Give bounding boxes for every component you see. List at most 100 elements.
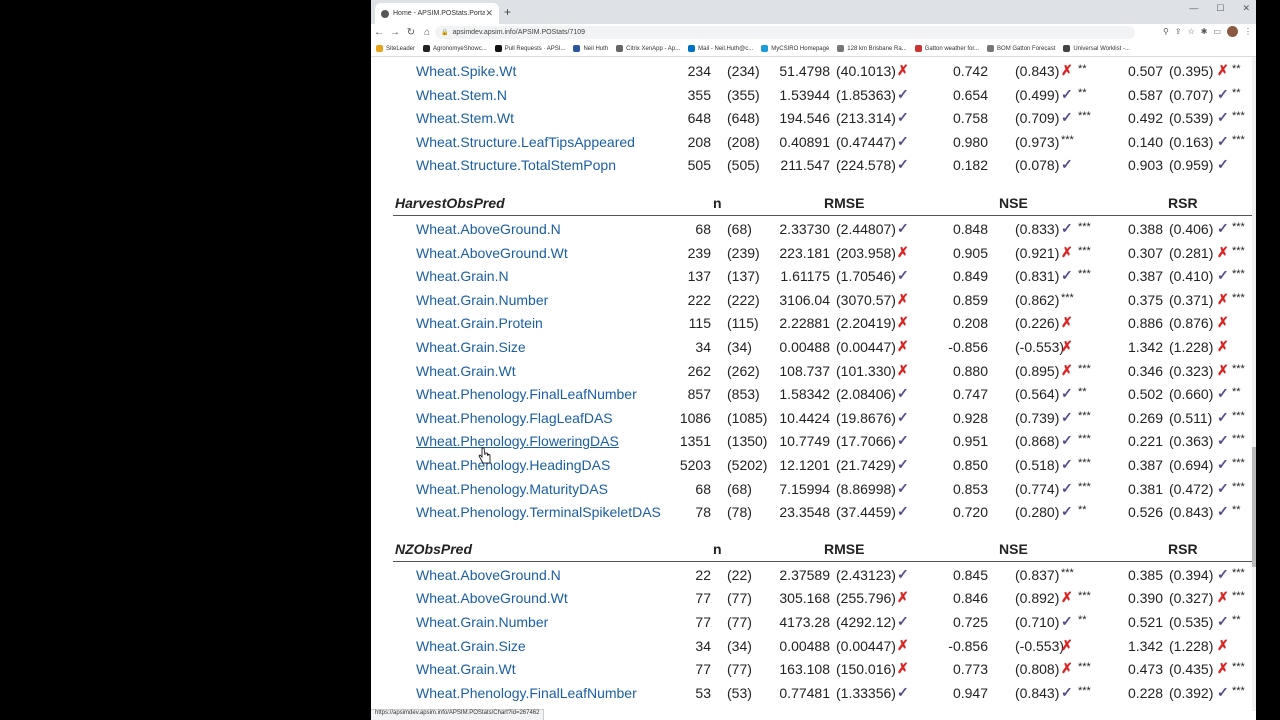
navigation-bar: ← → ↻ ⌂ 🔒 apsimdev.apsim.info/APSIM.POSt… (371, 24, 1256, 41)
variable-link[interactable]: Wheat.Grain.Wt (416, 363, 516, 379)
rsr-value: 0.385 (1127, 566, 1163, 583)
new-tab-button[interactable]: + (504, 5, 511, 19)
nse-value: 0.725 (952, 614, 988, 630)
rsr-value: 0.221 (1127, 433, 1163, 450)
variable-link[interactable]: Wheat.Grain.Size (416, 638, 526, 654)
bookmark-item[interactable]: Universal Worklist -... (1063, 45, 1130, 52)
extensions-icon[interactable]: ✱ (1201, 27, 1208, 36)
nse-value: 0.947 (952, 684, 988, 701)
bookmark-item[interactable]: Mail - Neil.Huth@c... (688, 45, 753, 52)
bookmark-item[interactable]: Neil Huth (573, 45, 608, 52)
bookmark-icon (376, 45, 383, 52)
rmse-status-icon: ✗ (897, 660, 909, 677)
rmse-status-icon: ✓ (897, 132, 909, 149)
variable-link[interactable]: Wheat.Grain.Size (416, 339, 526, 355)
bookmark-item[interactable]: SiteLeader (376, 45, 415, 52)
nse-status-icon: ✓ (1061, 220, 1073, 236)
bookmark-item[interactable]: Pull Requests · APSI... (494, 45, 565, 52)
variable-link[interactable]: Wheat.Stem.N (416, 87, 507, 103)
nse-significance: *** (1078, 480, 1091, 493)
browser-tab[interactable]: Home - APSIM.POStats.Portal ✕ (375, 3, 499, 24)
variable-link[interactable]: Wheat.Stem.Wt (416, 110, 514, 126)
nse-status-icon: ✓ (1061, 267, 1073, 284)
variable-link[interactable]: Wheat.Phenology.FinalLeafNumber (416, 685, 637, 701)
rsr-value: 0.388 (1127, 221, 1163, 237)
n-previous: (68) (727, 221, 752, 237)
avatar[interactable] (1227, 26, 1238, 37)
variable-link[interactable]: Wheat.Phenology.FlagLeafDAS (416, 410, 613, 426)
rmse-previous: (1.33356) (836, 684, 896, 701)
reload-icon[interactable]: ↻ (403, 27, 419, 38)
rmse-previous: (2.20419) (836, 315, 896, 332)
variable-link[interactable]: Wheat.Structure.TotalStemPopn (416, 157, 616, 173)
n-value: 22 (695, 566, 711, 583)
variable-link[interactable]: Wheat.AboveGround.N (416, 567, 561, 583)
n-previous: (222) (727, 291, 760, 308)
zoom-icon[interactable]: ⚲ (1163, 27, 1169, 36)
forward-icon[interactable]: → (387, 27, 403, 38)
variable-link[interactable]: Wheat.AboveGround.N (416, 221, 561, 237)
bookmark-label: Neil Huth (583, 45, 609, 52)
rmse-status-icon: ✗ (897, 636, 909, 653)
rsr-status-icon: ✗ (1217, 314, 1229, 331)
close-window-icon[interactable]: ✕ (1242, 3, 1250, 14)
menu-icon[interactable]: ⋮ (1244, 27, 1252, 36)
variable-link[interactable]: Wheat.Spike.Wt (416, 63, 516, 79)
table-row: Wheat.Grain.N 137 (137) 1.61175 (1.70546) ✓ 0.… (371, 265, 1252, 289)
bookmark-item[interactable]: BOM Gatton Forecast (987, 45, 1055, 52)
variable-link[interactable]: Wheat.Grain.N (416, 268, 509, 284)
table-row: Wheat.Grain.Wt 77 (77) 163.108 (150.016) ✗ 0.7… (371, 658, 1252, 682)
rsr-previous: (0.539) (1169, 110, 1214, 127)
nse-previous: (0.564) (1015, 386, 1060, 403)
bookmark-star-icon[interactable]: ☆ (1188, 27, 1195, 36)
sidepanel-icon[interactable]: ▭ (1213, 27, 1221, 36)
rmse-status-icon: ✓ (897, 267, 909, 284)
n-value: 77 (695, 590, 711, 607)
home-icon[interactable]: ⌂ (419, 27, 435, 38)
variable-link[interactable]: Wheat.Grain.Protein (416, 315, 543, 331)
share-icon[interactable]: ⇪ (1175, 27, 1182, 36)
nse-value: 0.849 (952, 268, 988, 285)
bookmark-label: 128 km Brisbane Ra... (847, 45, 907, 52)
address-bar[interactable]: 🔒 apsimdev.apsim.info/APSIM.POStats/7109 (435, 26, 1135, 39)
variable-link[interactable]: Wheat.Phenology.FinalLeafNumber (416, 386, 637, 402)
variable-link[interactable]: Wheat.Phenology.HeadingDAS (416, 457, 610, 473)
bookmark-item[interactable]: Gatton weather for... (914, 45, 980, 52)
rsr-status-icon: ✗ (1217, 589, 1229, 606)
bookmark-item[interactable]: Citrix XenApp - Ap... (616, 45, 680, 52)
nse-significance: ** (1078, 386, 1087, 399)
variable-link[interactable]: Wheat.Phenology.TerminalSpikeletDAS (416, 504, 661, 520)
variable-link[interactable]: Wheat.AboveGround.Wt (416, 590, 568, 606)
back-icon[interactable]: ← (371, 27, 387, 38)
table-row: Wheat.Structure.LeafTipsAppeared 208 (208)… (371, 131, 1252, 155)
rsr-status-icon: ✓ (1217, 432, 1229, 449)
scrollbar-thumb[interactable] (1252, 447, 1256, 567)
variable-link[interactable]: Wheat.Phenology.MaturityDAS (416, 481, 608, 497)
nse-previous: (0.499) (1015, 86, 1060, 103)
bookmark-item[interactable]: 128 km Brisbane Ra... (837, 45, 907, 52)
scrollbar-track[interactable] (1252, 57, 1256, 711)
nse-significance: *** (1078, 268, 1091, 281)
table-row: Wheat.Grain.Size 34 (34) 0.00488 (0.00447) ✗ -… (371, 635, 1252, 659)
tab-strip: Home - APSIM.POStats.Portal ✕ + — ☐ ✕ (371, 0, 1256, 24)
n-value: 857 (687, 386, 711, 403)
bookmark-item[interactable]: MyCSIRO Homepage (761, 45, 829, 52)
rmse-status-icon: ✗ (897, 290, 909, 307)
variable-link[interactable]: Wheat.Structure.LeafTipsAppeared (416, 134, 635, 150)
bookmark-item[interactable]: AgronomyeShowc... (423, 45, 487, 52)
variable-link[interactable]: Wheat.Phenology.FloweringDAS (416, 433, 619, 449)
nse-significance: *** (1078, 409, 1091, 422)
maximize-icon[interactable]: ☐ (1216, 3, 1224, 14)
minimize-icon[interactable]: — (1189, 3, 1198, 14)
rmse-value: 211.547 (780, 157, 830, 174)
close-tab-icon[interactable]: ✕ (485, 8, 493, 19)
section-header: HarvestObsPred n RMSE NSE RSR (371, 192, 1252, 216)
nse-previous: (0.837) (1015, 566, 1060, 583)
variable-link[interactable]: Wheat.Grain.Number (416, 292, 548, 308)
bookmark-label: Gatton weather for... (924, 45, 980, 52)
variable-link[interactable]: Wheat.AboveGround.Wt (416, 245, 568, 261)
nse-value: 0.846 (952, 590, 988, 607)
n-previous: (115) (727, 315, 759, 332)
variable-link[interactable]: Wheat.Grain.Number (416, 614, 548, 630)
variable-link[interactable]: Wheat.Grain.Wt (416, 661, 516, 677)
